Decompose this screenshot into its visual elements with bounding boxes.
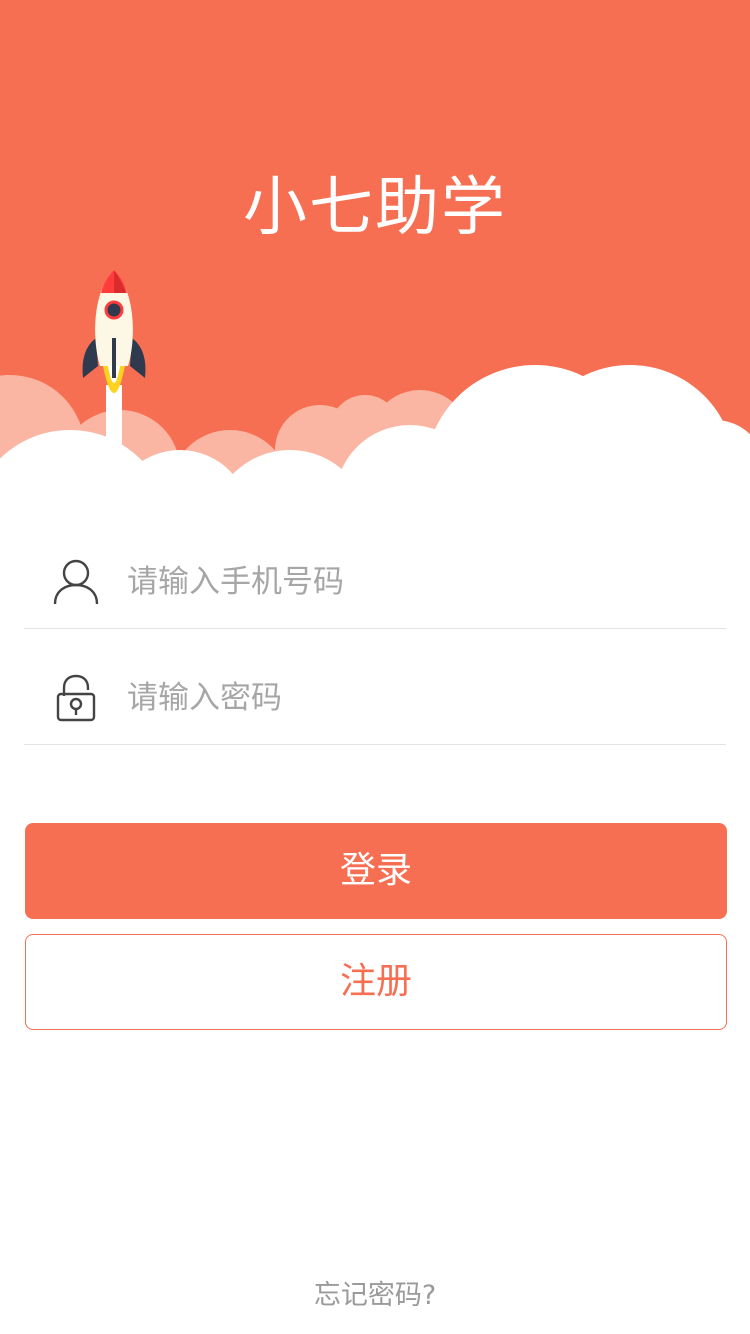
password-field[interactable] (24, 630, 726, 745)
lock-icon (56, 674, 96, 722)
register-button[interactable]: 注册 (25, 934, 727, 1030)
login-button[interactable]: 登录 (25, 823, 727, 919)
user-icon (53, 559, 99, 605)
login-screen: 小七助学 登录 注册 忘记密码? (0, 0, 750, 1334)
app-title: 小七助学 (243, 171, 507, 245)
phone-field[interactable] (24, 514, 726, 629)
password-input[interactable] (127, 668, 707, 728)
forgot-password-row: 忘记密码? (0, 1276, 750, 1316)
phone-input[interactable] (127, 552, 707, 612)
header-banner: 小七助学 (0, 0, 750, 520)
clouds-illustration (0, 0, 750, 520)
forgot-password-link[interactable]: 忘记密码? (314, 1280, 436, 1311)
